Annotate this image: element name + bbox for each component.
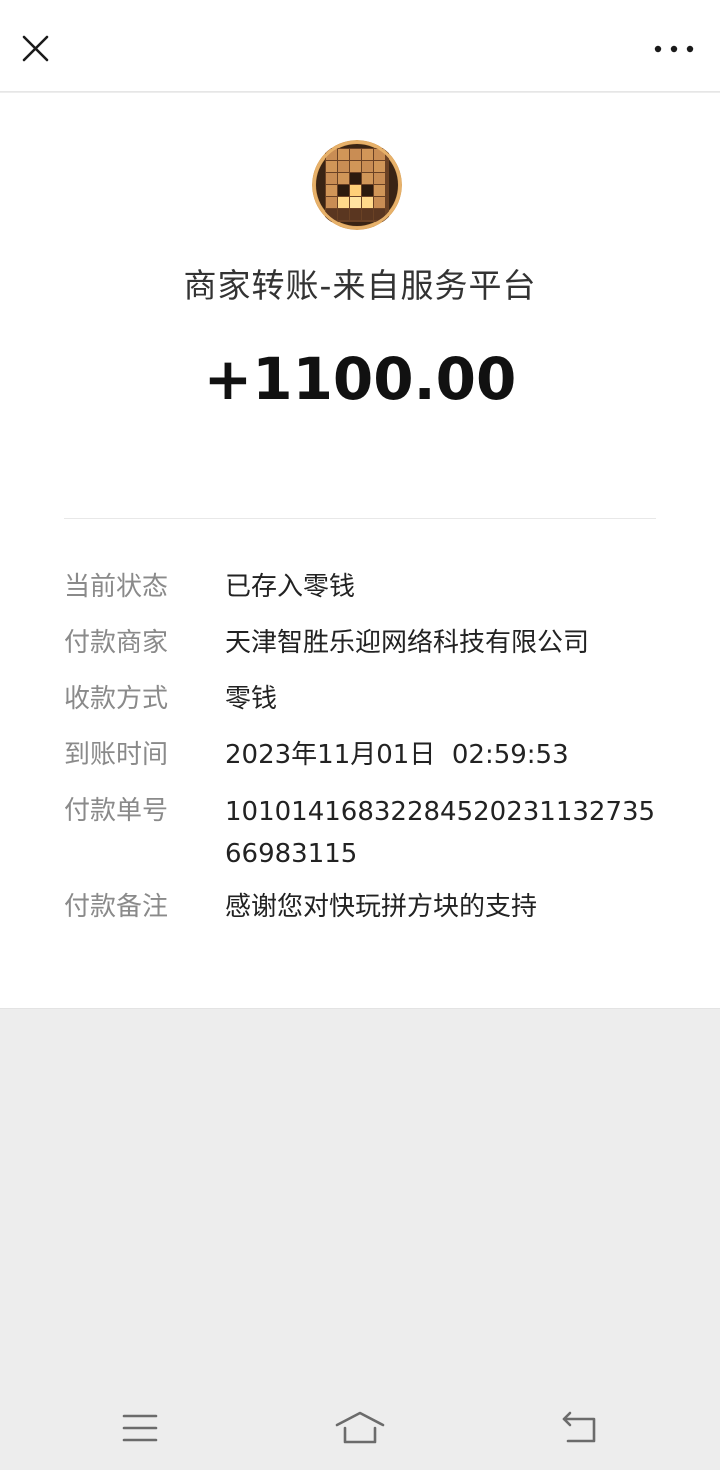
- receive-method-value: 零钱: [225, 684, 278, 714]
- transfer-detail-card: 商家转账-来自服务平台 +1100.00 当前状态 已存入零钱 付款商家 天津智…: [0, 93, 720, 1009]
- home-icon: [335, 1411, 385, 1444]
- top-bar: [0, 0, 720, 92]
- close-icon: [22, 35, 49, 62]
- order-number-label: 付款单号: [64, 796, 169, 826]
- more-options-button[interactable]: [650, 30, 698, 68]
- home-button[interactable]: [330, 1404, 390, 1452]
- back-button[interactable]: [550, 1404, 610, 1452]
- close-button[interactable]: [14, 27, 58, 71]
- remark-value: 感谢您对快玩拼方块的支持: [225, 892, 538, 922]
- arrival-time-value: 2023年11月01日 02:59:53: [225, 740, 569, 770]
- order-number-value[interactable]: 1010141683228452023113273566983115: [225, 791, 661, 875]
- merchant-avatar: [312, 140, 402, 230]
- remark-label: 付款备注: [64, 892, 169, 922]
- back-icon: [562, 1411, 596, 1443]
- arrival-time-label: 到账时间: [64, 740, 169, 770]
- payer-label: 付款商家: [64, 628, 169, 658]
- status-label: 当前状态: [64, 572, 169, 602]
- transfer-source-title: 商家转账-来自服务平台: [183, 266, 537, 305]
- payer-value: 天津智胜乐迎网络科技有限公司: [225, 628, 590, 658]
- divider: [64, 518, 656, 519]
- transfer-amount: +1100.00: [203, 345, 517, 413]
- menu-button[interactable]: [110, 1404, 170, 1452]
- receive-method-label: 收款方式: [64, 684, 169, 714]
- status-value: 已存入零钱: [225, 572, 356, 602]
- wood-block-puzzle-logo: [312, 140, 402, 230]
- more-dots-icon: [654, 45, 694, 53]
- system-nav-bar: [0, 1384, 720, 1470]
- menu-icon: [122, 1414, 158, 1442]
